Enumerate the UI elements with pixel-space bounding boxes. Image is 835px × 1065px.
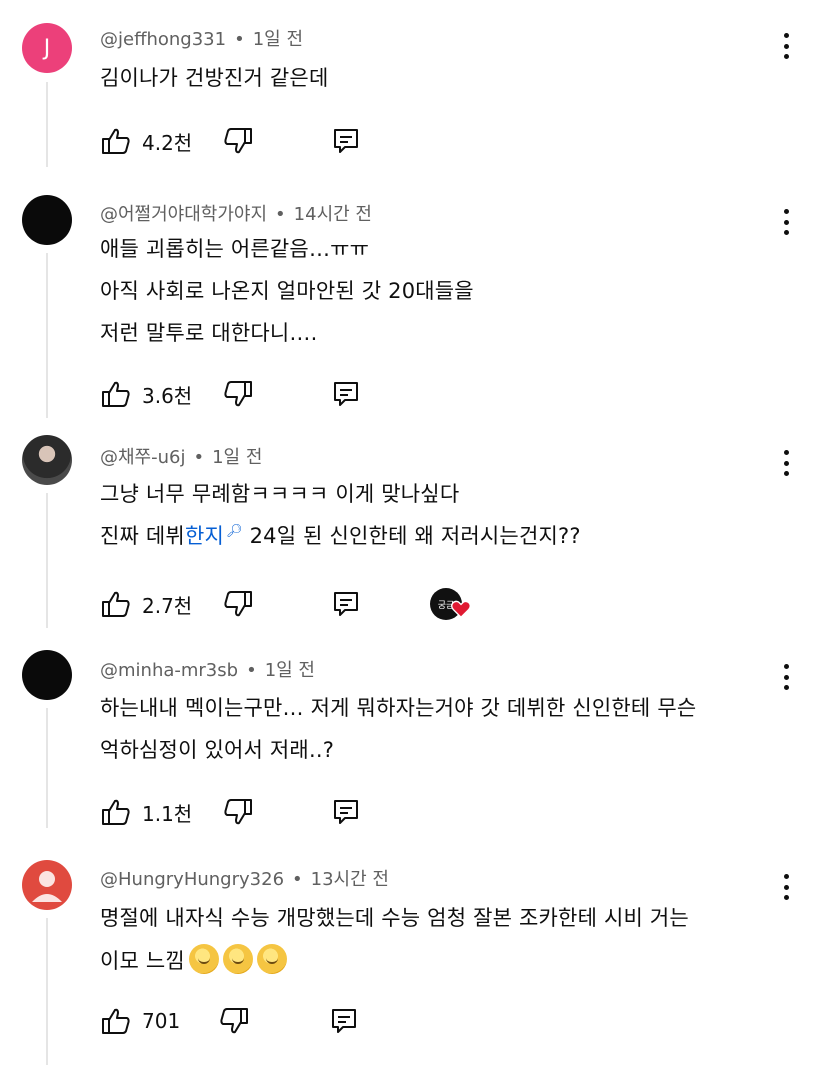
comment-text-segment: 진짜 데뷔 xyxy=(100,524,185,548)
melting-face-emoji xyxy=(188,944,219,974)
author-name[interactable]: @minha-mr3sb xyxy=(100,660,238,681)
like-button[interactable]: 701 xyxy=(100,1005,180,1037)
thumbs-up-icon xyxy=(102,128,130,154)
comment-text-segment: 24일 된 신인한테 왜 저러시는건지?? xyxy=(242,524,581,548)
comment-meta: @jeffhong331 • 1일 전 xyxy=(100,25,303,51)
comment-text-line-1: 하는내내 멕이는구만… 저게 뭐하자는거야 갓 데뷔한 신인한테 무슨 xyxy=(100,696,697,720)
like-button[interactable]: 4.2천 xyxy=(100,125,192,157)
comment-time[interactable]: 1일 전 xyxy=(253,29,303,50)
author-name[interactable]: @어쩔거야대학가야지 xyxy=(100,204,267,225)
comment-actions: 4.2천 xyxy=(100,125,500,157)
more-vertical-icon[interactable] xyxy=(774,872,798,902)
comment-meta: @어쩔거야대학가야지 • 14시간 전 xyxy=(100,200,372,226)
comment-text-segment: 이모 느낌 xyxy=(100,949,185,973)
comment-text-line-1: 그냥 너무 무례함ㅋㅋㅋㅋ 이게 맞나싶다 xyxy=(100,482,460,506)
more-vertical-icon[interactable] xyxy=(774,662,798,692)
meta-separator: • xyxy=(292,869,303,890)
author-name[interactable]: @HungryHungry326 xyxy=(100,869,284,890)
reply-icon[interactable] xyxy=(332,590,360,618)
reply-icon[interactable] xyxy=(330,1007,358,1035)
thumbs-down-icon[interactable] xyxy=(222,125,254,157)
avatar[interactable]: J xyxy=(22,23,72,73)
author-name[interactable]: @채쭈-u6j xyxy=(100,447,185,468)
search-link[interactable]: 한지 xyxy=(185,524,224,548)
thread-line xyxy=(46,82,48,167)
avatar-letter: J xyxy=(43,35,51,61)
meta-separator: • xyxy=(234,29,245,50)
comment-text-line-2: 억하심정이 있어서 저래..? xyxy=(100,738,335,762)
thumbs-up-icon xyxy=(102,1008,130,1034)
meta-separator: • xyxy=(193,447,205,468)
thumbs-up-icon xyxy=(102,591,130,617)
reply-icon[interactable] xyxy=(332,127,360,155)
like-count: 1.1천 xyxy=(142,801,193,826)
author-name[interactable]: @jeffhong331 xyxy=(100,29,226,50)
reply-icon[interactable] xyxy=(332,380,360,408)
reply-icon[interactable] xyxy=(332,798,360,826)
heart-icon xyxy=(451,600,471,619)
avatar[interactable] xyxy=(22,195,72,245)
comment-meta: @채쭈-u6j • 1일 전 xyxy=(100,443,262,469)
comment-meta: @HungryHungry326 • 13시간 전 xyxy=(100,865,389,891)
comment-text-line-2: 진짜 데뷔한지 🔎︎ 24일 된 신인한테 왜 저러시는건지?? xyxy=(100,520,581,550)
comment-time[interactable]: 1일 전 xyxy=(212,447,262,468)
comment-actions: 2.7천 궁금 xyxy=(100,588,500,620)
like-count: 4.2천 xyxy=(142,130,193,155)
comment-actions: 701 xyxy=(100,1005,500,1037)
comment-text-line-2: 아직 사회로 나온지 얼마안된 갓 20대들을 xyxy=(100,279,474,303)
comment-text-line-1: 명절에 내자식 수능 개망했는데 수능 엄청 잘본 조카한테 시비 거는 xyxy=(100,906,689,930)
default-user-icon xyxy=(32,871,62,902)
avatar[interactable] xyxy=(22,860,72,910)
more-vertical-icon[interactable] xyxy=(774,31,798,61)
creator-heart-badge: 궁금 xyxy=(430,584,474,622)
more-vertical-icon[interactable] xyxy=(774,448,798,478)
comment-text: 김이나가 건방진거 같은데 xyxy=(100,66,329,90)
thumbs-down-icon[interactable] xyxy=(222,588,254,620)
like-count: 3.6천 xyxy=(142,383,193,408)
comment-actions: 1.1천 xyxy=(100,796,500,828)
comment-time[interactable]: 14시간 전 xyxy=(294,204,372,225)
thumbs-up-icon xyxy=(102,799,130,825)
search-icon[interactable]: 🔎︎ xyxy=(226,524,243,539)
like-button[interactable]: 3.6천 xyxy=(100,378,192,410)
thumbs-down-icon[interactable] xyxy=(218,1005,250,1037)
comment-text-line-1: 애들 괴롭히는 어른같음…ㅠㅠ xyxy=(100,237,370,261)
thumbs-down-icon[interactable] xyxy=(222,796,254,828)
comment-meta: @minha-mr3sb • 1일 전 xyxy=(100,656,315,682)
like-button[interactable]: 2.7천 xyxy=(100,588,192,620)
like-count: 2.7천 xyxy=(142,593,193,618)
avatar[interactable] xyxy=(22,435,72,485)
comment-time[interactable]: 13시간 전 xyxy=(311,869,389,890)
meta-separator: • xyxy=(275,204,286,225)
more-vertical-icon[interactable] xyxy=(774,207,798,237)
comment-text-line-3: 저런 말투로 대한다니…. xyxy=(100,321,318,345)
like-button[interactable]: 1.1천 xyxy=(100,796,192,828)
comment-text-line-2: 이모 느낌 xyxy=(100,944,287,975)
comment-actions: 3.6천 xyxy=(100,378,500,410)
thumbs-down-icon[interactable] xyxy=(222,378,254,410)
thread-line xyxy=(46,918,48,1065)
comment-time[interactable]: 1일 전 xyxy=(265,660,315,681)
thumbs-up-icon xyxy=(102,381,130,407)
meta-separator: • xyxy=(246,660,257,681)
melting-face-emoji xyxy=(256,944,287,974)
melting-face-emoji xyxy=(222,944,253,974)
like-count: 701 xyxy=(142,1009,181,1033)
thread-line xyxy=(46,708,48,828)
thread-line xyxy=(46,253,48,418)
thread-line xyxy=(46,493,48,628)
avatar[interactable] xyxy=(22,650,72,700)
